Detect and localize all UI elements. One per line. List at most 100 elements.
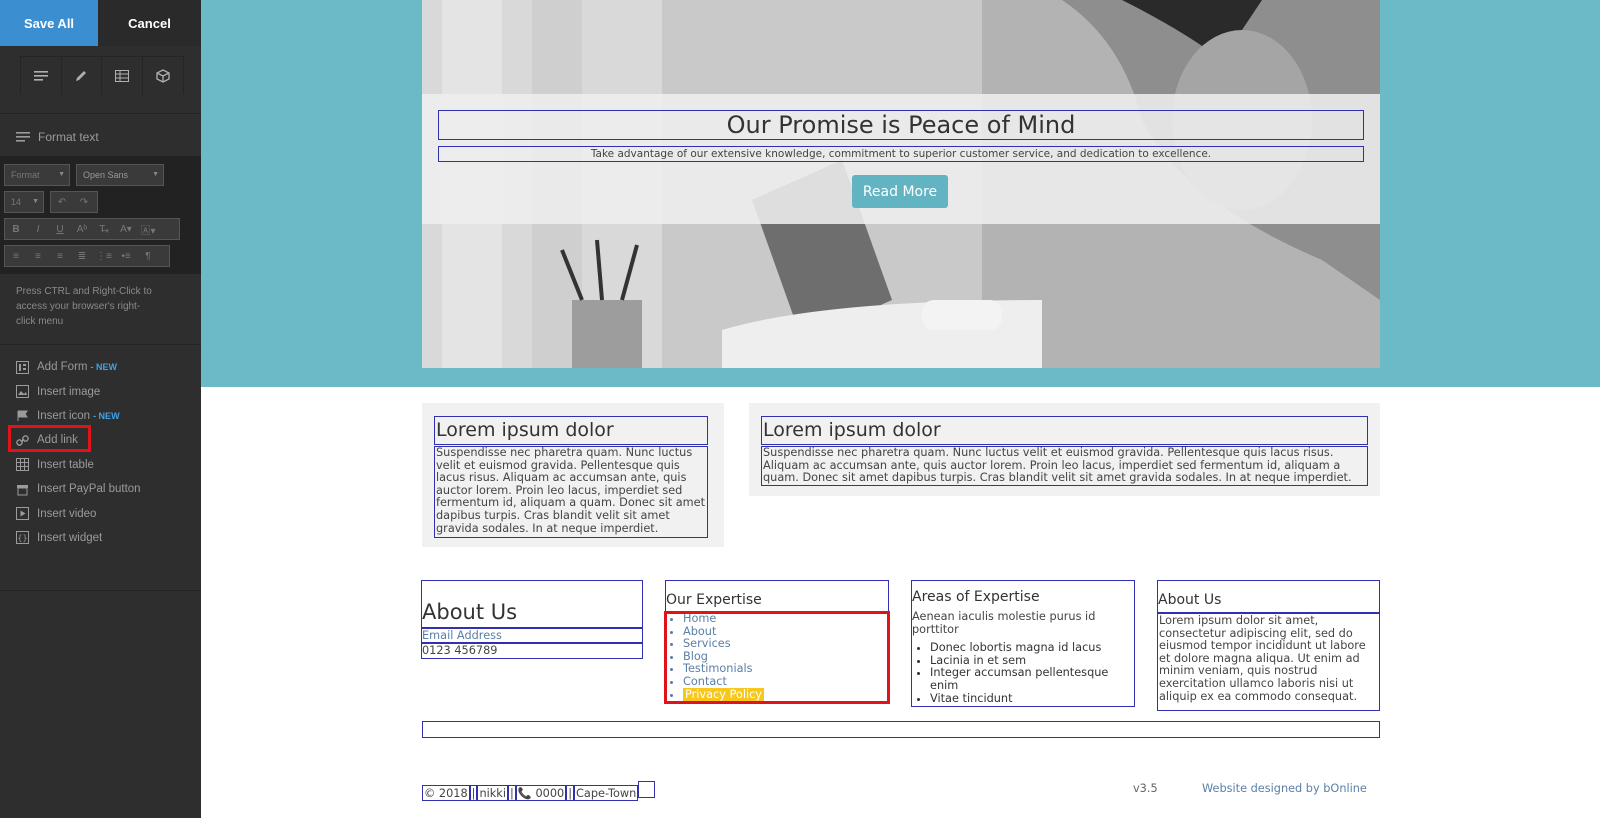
new-badge: - NEW xyxy=(93,410,120,421)
menu-item-label: Add Form - NEW xyxy=(37,361,117,374)
bullet-list-icon[interactable]: •≡ xyxy=(115,246,137,266)
author-name[interactable]: nikki xyxy=(477,785,508,801)
divider-icon[interactable]: ¶ xyxy=(137,246,159,266)
copyright-row: © 2018 | nikki | 📞 0000 | Cape-Town xyxy=(422,780,656,801)
text-lines-icon xyxy=(33,71,48,81)
phone-text[interactable]: 📞 0000 xyxy=(515,785,567,801)
underline-icon[interactable]: U xyxy=(49,219,71,239)
svg-text:{}: {} xyxy=(17,534,27,543)
footer-email-link[interactable]: Email Address xyxy=(421,628,643,643)
list-item: Donec lobortis magna id lacus xyxy=(930,642,1134,655)
menu-item-label: Insert PayPal button xyxy=(37,483,141,496)
hero-overlay: Our Promise is Peace of Mind Take advant… xyxy=(422,94,1380,224)
menu-item-insert-widget[interactable]: {} Insert widget xyxy=(0,526,201,550)
list-item: Vitae tincidunt xyxy=(930,692,1134,706)
empty-box[interactable] xyxy=(638,780,656,798)
editor-sidebar: Save All Cancel Format text Format ▼ Ope… xyxy=(0,0,201,818)
footer-about2-body[interactable]: Lorem ipsum dolor sit amet, consectetur … xyxy=(1157,613,1380,711)
font-select-value: Open Sans xyxy=(83,170,129,180)
table-icon xyxy=(16,458,29,472)
flag-icon xyxy=(17,410,28,422)
cube-icon xyxy=(156,69,170,83)
text-tool-tab[interactable] xyxy=(21,57,62,95)
card-body[interactable]: Suspendisse nec pharetra quam. Nunc luct… xyxy=(761,446,1368,486)
footer-about2-title[interactable]: About Us xyxy=(1157,580,1380,613)
card-body[interactable]: Suspendisse nec pharetra quam. Nunc luct… xyxy=(434,446,708,538)
read-more-button[interactable]: Read More xyxy=(852,175,948,208)
add-link-highlight xyxy=(8,425,91,452)
menu-item-insert-video[interactable]: Insert video xyxy=(0,501,201,525)
expertise-title-text: Our Expertise xyxy=(666,592,762,608)
align-center-icon[interactable]: ≡ xyxy=(27,246,49,266)
footer-bar[interactable] xyxy=(422,721,1380,738)
credit-link[interactable]: Website designed by bOnline xyxy=(1202,782,1367,795)
menu-item-add-form[interactable]: Add Form - NEW xyxy=(0,355,201,379)
undo-icon[interactable]: ↶ xyxy=(51,192,73,212)
design-tool-tab[interactable] xyxy=(61,57,102,95)
card-title[interactable]: Lorem ipsum dolor xyxy=(434,416,708,445)
history-group: ↶ ↷ xyxy=(50,191,98,213)
text-color-icon[interactable]: A▾ xyxy=(115,219,137,239)
font-select[interactable]: Open Sans ▼ xyxy=(76,164,164,186)
areas-intro: Aenean iaculis molestie purus id porttit… xyxy=(912,610,1096,636)
chevron-down-icon: ▼ xyxy=(152,171,159,178)
chevron-down-icon: ▼ xyxy=(32,198,39,205)
format-toolbar: Format ▼ Open Sans ▼ 14 ▼ ↶ ↷ B I U Aᵇ T̶ₓ A… xyxy=(0,156,201,274)
copyright-text[interactable]: © 2018 xyxy=(422,785,470,801)
footer-areas-column: Areas of Expertise Aenean iaculis molest… xyxy=(911,580,1135,707)
hero-title[interactable]: Our Promise is Peace of Mind xyxy=(438,110,1364,140)
pencil-icon xyxy=(76,71,87,81)
city-text[interactable]: Cape-Town xyxy=(574,785,639,801)
align-justify-icon[interactable]: ≣ xyxy=(71,246,93,266)
menu-item-label: Insert widget xyxy=(37,531,103,544)
separator: | xyxy=(566,785,575,801)
menu-item-label: Insert table xyxy=(37,458,94,471)
bg-color-icon[interactable]: 🄰▾ xyxy=(137,219,159,239)
hero-subtitle[interactable]: Take advantage of our extensive knowledg… xyxy=(438,146,1364,162)
content-card: Lorem ipsum dolor Suspendisse nec pharet… xyxy=(749,403,1380,496)
format-text-label: Format text xyxy=(38,130,99,144)
align-group: ≡ ≡ ≡ ≣ ⋮≡ •≡ ¶ xyxy=(4,245,170,267)
superscript-icon[interactable]: Aᵇ xyxy=(71,219,93,239)
card-title[interactable]: Lorem ipsum dolor xyxy=(761,416,1368,445)
areas-title[interactable]: Areas of Expertise xyxy=(912,589,1134,605)
align-left-icon[interactable]: ≡ xyxy=(5,246,27,266)
hero-banner: Our Promise is Peace of Mind Take advant… xyxy=(422,0,1380,368)
layout-tool-tab[interactable] xyxy=(102,57,143,95)
separator: | xyxy=(469,785,478,801)
footer-phone: 0123 456789 xyxy=(421,643,643,659)
align-right-icon[interactable]: ≡ xyxy=(49,246,71,266)
image-icon xyxy=(16,385,29,399)
version-text: v3.5 xyxy=(1133,782,1158,795)
size-select[interactable]: 14 ▼ xyxy=(4,191,44,213)
about-title-text: About Us xyxy=(422,600,518,624)
video-icon xyxy=(16,507,29,521)
numbered-list-icon[interactable]: ⋮≡ xyxy=(93,246,115,266)
form-icon xyxy=(16,360,29,374)
menu-item-insert-table[interactable]: Insert table xyxy=(0,453,201,477)
menu-item-insert-paypal[interactable]: Insert PayPal button xyxy=(0,477,201,501)
about2-title-text: About Us xyxy=(1158,592,1222,608)
save-all-button[interactable]: Save All xyxy=(0,0,98,46)
footer-expertise-title[interactable]: Our Expertise xyxy=(665,580,889,612)
top-buttons: Save All Cancel xyxy=(0,0,201,46)
cancel-button[interactable]: Cancel xyxy=(98,0,201,46)
redo-icon[interactable]: ↷ xyxy=(73,192,95,212)
paypal-icon xyxy=(17,484,28,496)
tool-tabs xyxy=(20,56,184,95)
grid-table-icon xyxy=(114,70,129,82)
size-select-value: 14 xyxy=(11,197,22,207)
clear-format-icon[interactable]: T̶ₓ xyxy=(93,219,115,239)
footer-about-title[interactable]: About Us xyxy=(421,580,643,628)
content-card: Lorem ipsum dolor Suspendisse nec pharet… xyxy=(422,403,724,547)
format-select-value: Format xyxy=(11,170,40,180)
style-group: B I U Aᵇ T̶ₓ A▾ 🄰▾ xyxy=(4,218,180,240)
blocks-tool-tab[interactable] xyxy=(142,57,183,95)
format-select[interactable]: Format ▼ xyxy=(4,164,70,186)
menu-item-label: Insert icon - NEW xyxy=(37,409,120,422)
menu-item-insert-image[interactable]: Insert image xyxy=(0,379,201,403)
bold-icon[interactable]: B xyxy=(5,219,27,239)
separator: | xyxy=(507,785,516,801)
italic-icon[interactable]: I xyxy=(27,219,49,239)
insert-menu: Add Form - NEW Insert image Insert icon - … xyxy=(0,355,201,550)
